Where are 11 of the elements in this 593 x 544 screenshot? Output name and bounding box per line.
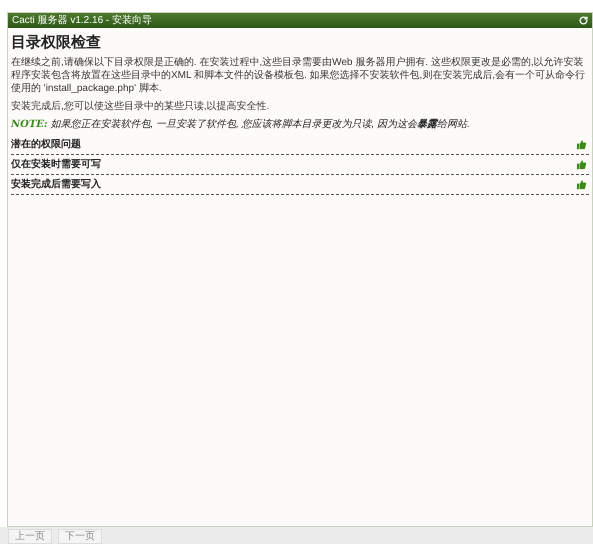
paragraph: 安装完成后,您可以使这些目录中的某些只读,以提高安全性.: [11, 100, 270, 113]
check-label: 潜在的权限问题: [11, 138, 81, 152]
nav-button[interactable]: 下一页: [58, 529, 102, 544]
check-label: 仅在安装时需要可写: [11, 157, 101, 172]
note-text: NOTE: 如果您正在安装软件包, 一旦安装了软件包, 您应该将脚本目录更改为只读, 因为这会暴露给网站.: [11, 118, 471, 131]
check-label: 安装完成后需要写入: [11, 177, 101, 192]
page-heading: 目录权限检查: [11, 34, 102, 53]
refresh-icon[interactable]: [579, 16, 588, 25]
window-title: Cacti 服务器 v1.2.16 - 安装向导: [12, 16, 152, 26]
nav-button[interactable]: 上一页: [8, 529, 52, 544]
paragraph: 在继续之前,请确保以下目录权限是正确的. 在安装过程中,这些目录需要由Web 服务器用户拥有. 这些权限更改是必需的,以允许安装程序安装包含将放置在这些目录中的XML 和脚本文件的设备模板包. 如果您选择不安装软件包,则在安装完成后,会有一个可从命令行使用的 'install_package.php' 脚本.: [11, 56, 586, 95]
